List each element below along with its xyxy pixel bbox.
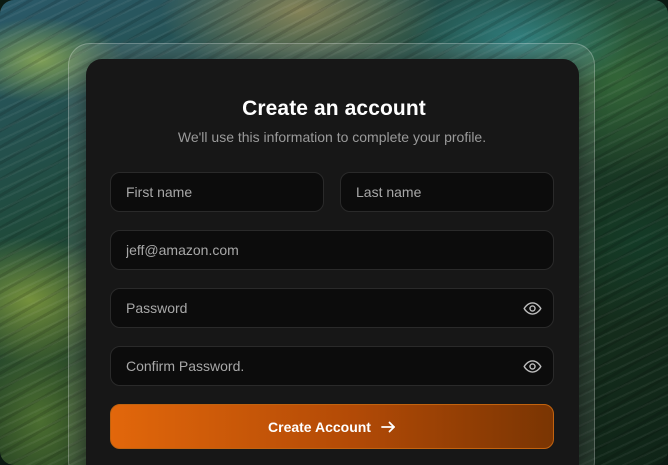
create-account-label: Create Account — [268, 418, 371, 435]
first-name-field[interactable] — [110, 172, 324, 212]
eye-icon[interactable] — [521, 355, 543, 377]
arrow-right-icon — [381, 421, 396, 433]
form-subtitle: We'll use this information to complete y… — [177, 129, 487, 145]
background-artwork: Create an account We'll use this informa… — [0, 0, 668, 465]
confirm-password-field[interactable] — [110, 346, 554, 386]
email-input[interactable] — [126, 242, 538, 258]
email-field[interactable] — [110, 230, 554, 270]
password-input[interactable] — [126, 300, 521, 316]
last-name-input[interactable] — [356, 184, 538, 200]
first-name-input[interactable] — [126, 184, 308, 200]
create-account-button[interactable]: Create Account — [110, 404, 554, 449]
last-name-field[interactable] — [340, 172, 554, 212]
form-title: Create an account — [242, 97, 426, 120]
password-field[interactable] — [110, 288, 554, 328]
eye-icon[interactable] — [521, 297, 543, 319]
confirm-password-input[interactable] — [126, 358, 521, 374]
